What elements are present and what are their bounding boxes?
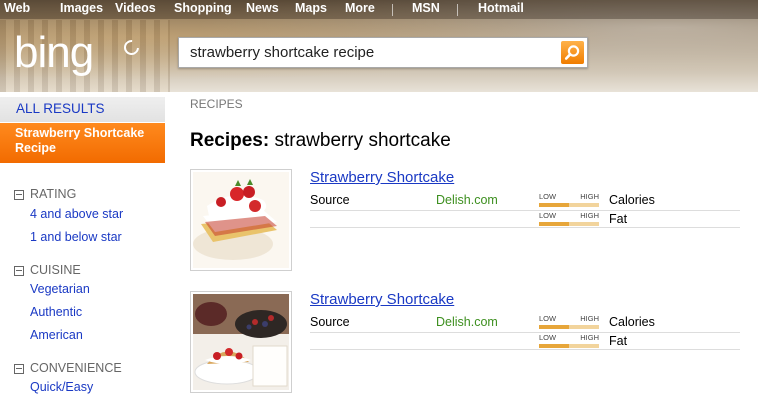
nav-msn[interactable]: MSN bbox=[412, 1, 440, 15]
meter-fill bbox=[539, 325, 569, 329]
facet-link-1-and-below[interactable]: 1 and below star bbox=[30, 230, 122, 244]
search-box bbox=[178, 37, 588, 68]
facet-heading-label: RATING bbox=[30, 187, 77, 201]
top-nav: Web Images Videos Shopping News Maps Mor… bbox=[0, 0, 758, 19]
meter-low-label: LOW bbox=[539, 211, 557, 220]
nav-separator bbox=[457, 4, 458, 16]
header: Web Images Videos Shopping News Maps Mor… bbox=[0, 0, 758, 92]
meter-track bbox=[539, 325, 599, 329]
recipe-info-row: Source Delish.com LOW HIGH Calories bbox=[310, 314, 740, 333]
shortcake-image bbox=[193, 294, 289, 390]
page-title: Recipes: strawberry shortcake bbox=[190, 130, 451, 152]
meter-label-fat: Fat bbox=[609, 334, 628, 348]
facet-heading-rating[interactable]: RATING bbox=[14, 187, 76, 201]
facet-link-authentic[interactable]: Authentic bbox=[30, 305, 82, 319]
calories-meter: LOW HIGH bbox=[539, 192, 599, 208]
meter-track bbox=[539, 344, 599, 348]
source-value: Delish.com bbox=[436, 315, 498, 329]
meter-low-label: LOW bbox=[539, 333, 557, 342]
sidebar-all-results[interactable]: ALL RESULTS bbox=[0, 97, 165, 122]
nav-shopping[interactable]: Shopping bbox=[174, 1, 232, 15]
page-title-prefix: Recipes: bbox=[190, 130, 270, 151]
meter-low-label: LOW bbox=[539, 314, 557, 323]
magnifier-icon bbox=[564, 45, 580, 60]
meter-low-label: LOW bbox=[539, 192, 557, 201]
meter-high-label: HIGH bbox=[580, 192, 599, 201]
facet-link-quick-easy[interactable]: Quick/Easy bbox=[30, 380, 93, 394]
bing-logo[interactable]: bing bbox=[14, 31, 94, 75]
meter-fill-light bbox=[569, 344, 599, 348]
meter-track bbox=[539, 222, 599, 226]
nav-separator bbox=[392, 4, 393, 16]
search-button[interactable] bbox=[561, 41, 584, 64]
fat-meter: LOW HIGH bbox=[539, 333, 599, 349]
logo-mark-icon bbox=[120, 36, 143, 59]
sidebar-active-item[interactable]: Strawberry Shortcake Recipe bbox=[0, 123, 165, 163]
facet-link-vegetarian[interactable]: Vegetarian bbox=[30, 282, 90, 296]
nav-images[interactable]: Images bbox=[60, 1, 103, 15]
meter-high-label: HIGH bbox=[580, 211, 599, 220]
collapse-icon bbox=[14, 363, 24, 374]
calories-meter: LOW HIGH bbox=[539, 314, 599, 330]
nav-videos[interactable]: Videos bbox=[115, 1, 156, 15]
shortcake-image bbox=[193, 172, 289, 268]
recipe-result: Strawberry Shortcake Source Delish.com L… bbox=[190, 169, 750, 272]
recipe-info-row: LOW HIGH Fat bbox=[310, 211, 740, 228]
page-title-query: strawberry shortcake bbox=[274, 130, 451, 151]
nav-more[interactable]: More bbox=[345, 1, 375, 15]
source-label: Source bbox=[310, 193, 350, 207]
source-value: Delish.com bbox=[436, 193, 498, 207]
nav-news[interactable]: News bbox=[246, 1, 279, 15]
facet-heading-label: CUISINE bbox=[30, 263, 81, 277]
fat-meter: LOW HIGH bbox=[539, 211, 599, 227]
recipe-thumbnail[interactable] bbox=[190, 169, 292, 271]
facet-heading-convenience[interactable]: CONVENIENCE bbox=[14, 361, 122, 375]
recipe-title-link[interactable]: Strawberry Shortcake bbox=[310, 169, 454, 186]
facet-heading-label: CONVENIENCE bbox=[30, 361, 122, 375]
meter-fill bbox=[539, 222, 569, 226]
recipe-result: Strawberry Shortcake Source Delish.com L… bbox=[190, 291, 750, 394]
meter-label-calories: Calories bbox=[609, 193, 655, 207]
collapse-icon bbox=[14, 265, 24, 276]
facet-link-4-and-above[interactable]: 4 and above star bbox=[30, 207, 123, 221]
meter-fill bbox=[539, 203, 569, 207]
meter-fill-light bbox=[569, 325, 599, 329]
nav-hotmail[interactable]: Hotmail bbox=[478, 1, 524, 15]
source-label: Source bbox=[310, 315, 350, 329]
facet-heading-cuisine[interactable]: CUISINE bbox=[14, 263, 81, 277]
meter-track bbox=[539, 203, 599, 207]
sidebar: ALL RESULTS Strawberry Shortcake Recipe … bbox=[0, 92, 165, 402]
recipe-info-row: LOW HIGH Fat bbox=[310, 333, 740, 350]
nav-web[interactable]: Web bbox=[4, 1, 30, 15]
section-label: RECIPES bbox=[190, 97, 243, 111]
sidebar-all-results-label: ALL RESULTS bbox=[16, 101, 105, 116]
meter-label-fat: Fat bbox=[609, 212, 628, 226]
search-input[interactable] bbox=[179, 38, 566, 67]
sidebar-active-label: Strawberry Shortcake Recipe bbox=[15, 126, 145, 155]
nav-maps[interactable]: Maps bbox=[295, 1, 327, 15]
meter-fill bbox=[539, 344, 569, 348]
recipe-info-row: Source Delish.com LOW HIGH Calories bbox=[310, 192, 740, 211]
meter-label-calories: Calories bbox=[609, 315, 655, 329]
meter-fill-light bbox=[569, 222, 599, 226]
facet-link-american[interactable]: American bbox=[30, 328, 83, 342]
meter-fill-light bbox=[569, 203, 599, 207]
recipe-thumbnail[interactable] bbox=[190, 291, 292, 393]
meter-high-label: HIGH bbox=[580, 333, 599, 342]
meter-high-label: HIGH bbox=[580, 314, 599, 323]
recipe-title-link[interactable]: Strawberry Shortcake bbox=[310, 291, 454, 308]
collapse-icon bbox=[14, 189, 24, 200]
